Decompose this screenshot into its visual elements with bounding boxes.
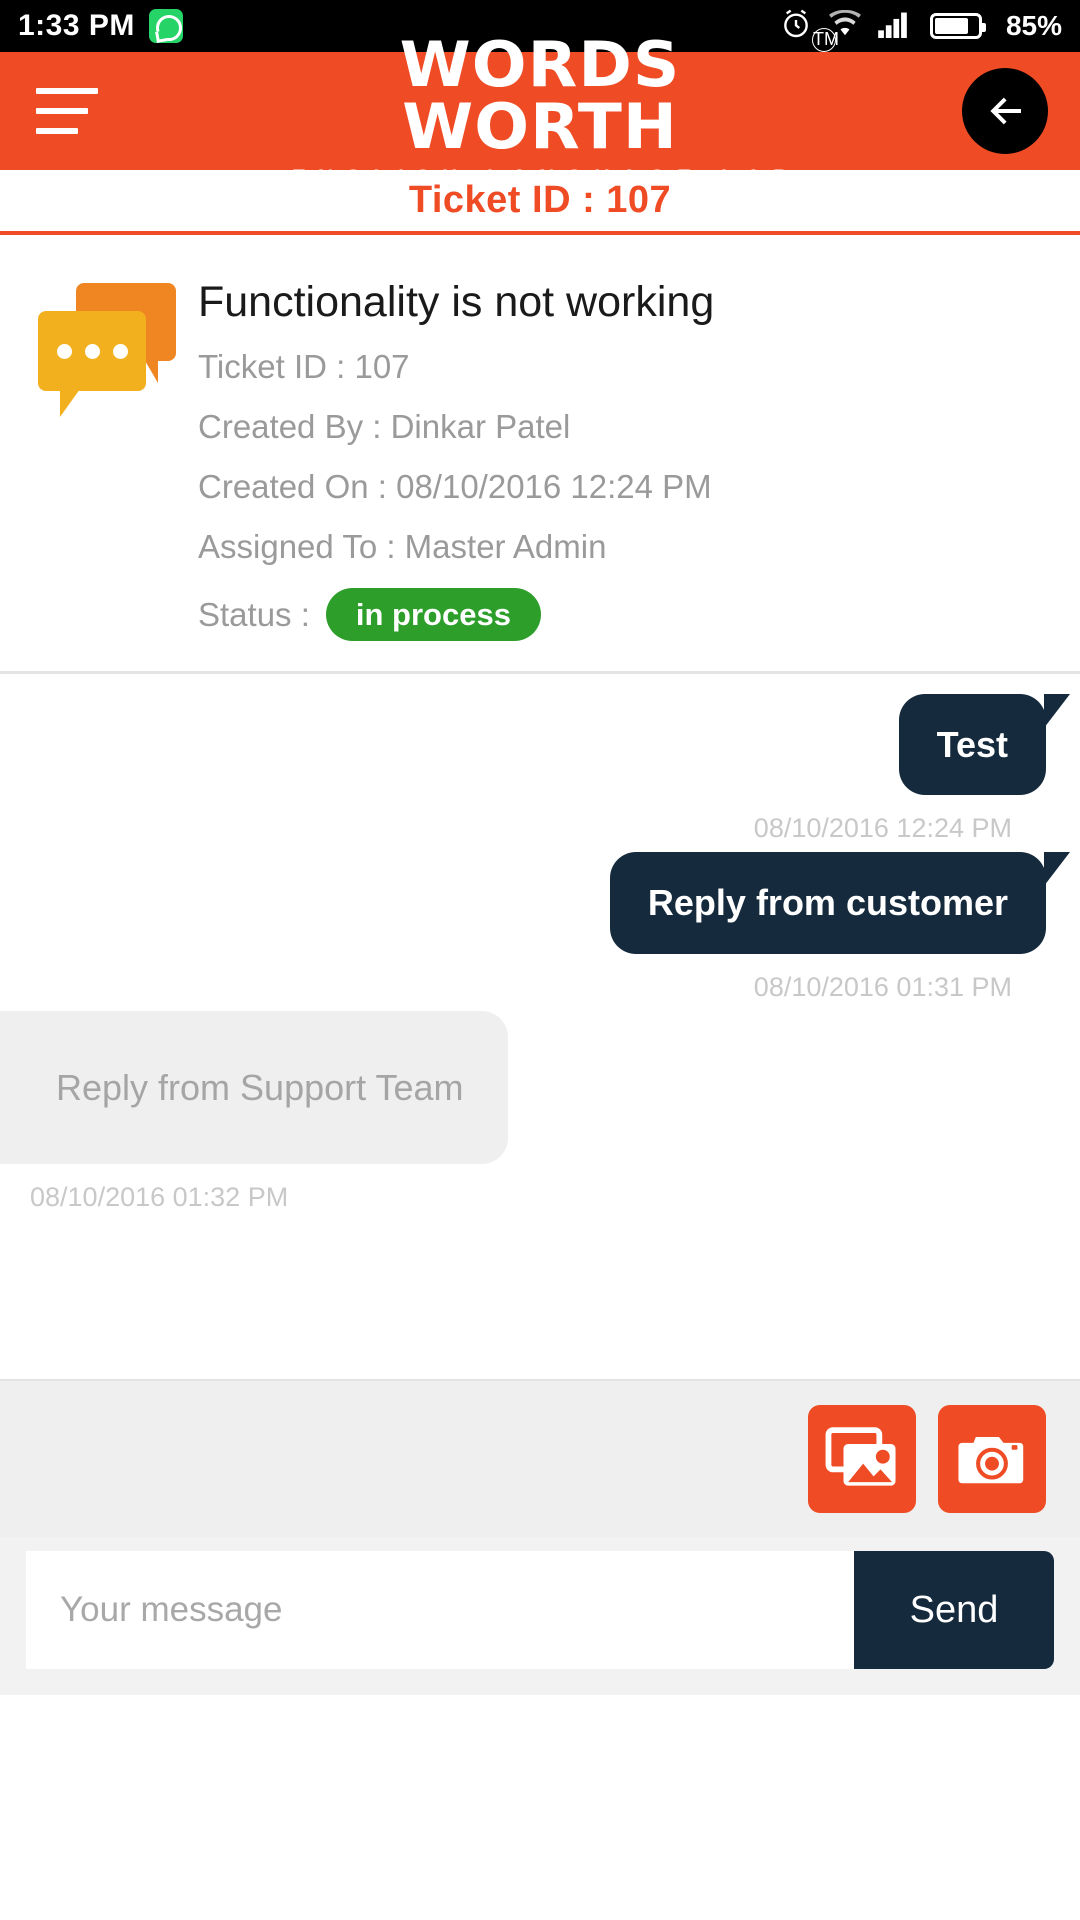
hamburger-menu-icon[interactable] (36, 88, 98, 134)
chat-bubbles-icon (38, 283, 178, 417)
ticket-created-by: Created By : Dinkar Patel (198, 408, 571, 446)
chat-message: Reply from customer 08/10/2016 01:31 PM (0, 852, 1080, 1002)
attachment-bar (0, 1379, 1080, 1538)
message-bubble: Test (898, 694, 1071, 796)
ticket-assigned-to: Assigned To : Master Admin (198, 528, 607, 566)
brand-logo: WORDS WORTH TM ENGLISH LANGUAGE LAB (270, 28, 839, 189)
battery-percent: 85% (1005, 10, 1062, 41)
ticket-detail-card: Functionality is not working Ticket ID :… (0, 235, 1080, 675)
signal-icon (878, 10, 914, 43)
message-bubble: Reply from Support Team (0, 1010, 508, 1165)
brand-name: WORDS WORTH (399, 28, 681, 163)
status-label: Status : (198, 595, 310, 633)
camera-button[interactable] (938, 1405, 1046, 1514)
gallery-image-icon (825, 1427, 896, 1486)
brand-subtitle: ENGLISH LANGUAGE LAB (291, 166, 801, 189)
ticket-created-on: Created On : 08/10/2016 12:24 PM (198, 468, 712, 506)
message-input[interactable] (26, 1551, 854, 1670)
message-composer: Send (0, 1537, 1080, 1696)
back-arrow-icon (990, 97, 1021, 125)
chat-thread: Test 08/10/2016 12:24 PM Reply from cust… (0, 674, 1080, 1380)
ticket-status-row: Status : in process (198, 588, 1050, 642)
ticket-title: Functionality is not working (198, 278, 715, 326)
ticket-detail-body: Functionality is not working Ticket ID :… (198, 277, 1050, 642)
message-timestamp: 08/10/2016 12:24 PM (753, 813, 1012, 844)
battery-icon (929, 13, 986, 39)
message-timestamp: 08/10/2016 01:32 PM (30, 1182, 289, 1213)
send-button[interactable]: Send (854, 1551, 1054, 1670)
chat-message: Test 08/10/2016 12:24 PM (0, 694, 1080, 844)
message-bubble: Reply from customer (609, 852, 1071, 954)
app-header: WORDS WORTH TM ENGLISH LANGUAGE LAB (0, 28, 1080, 188)
ticket-icon-wrap (38, 277, 198, 641)
trademark-icon: TM (812, 28, 839, 52)
message-timestamp: 08/10/2016 01:31 PM (753, 971, 1012, 1002)
gallery-button[interactable] (808, 1405, 916, 1514)
ticket-id-value: Ticket ID : 107 (198, 348, 410, 386)
status-bar-time: 1:33 PM (18, 9, 135, 42)
whatsapp-icon (148, 9, 183, 43)
chat-message: Reply from Support Team 08/10/2016 01:32… (0, 1010, 1080, 1213)
camera-icon (958, 1437, 1024, 1484)
status-badge: in process (325, 588, 541, 642)
back-button[interactable] (962, 68, 1048, 154)
